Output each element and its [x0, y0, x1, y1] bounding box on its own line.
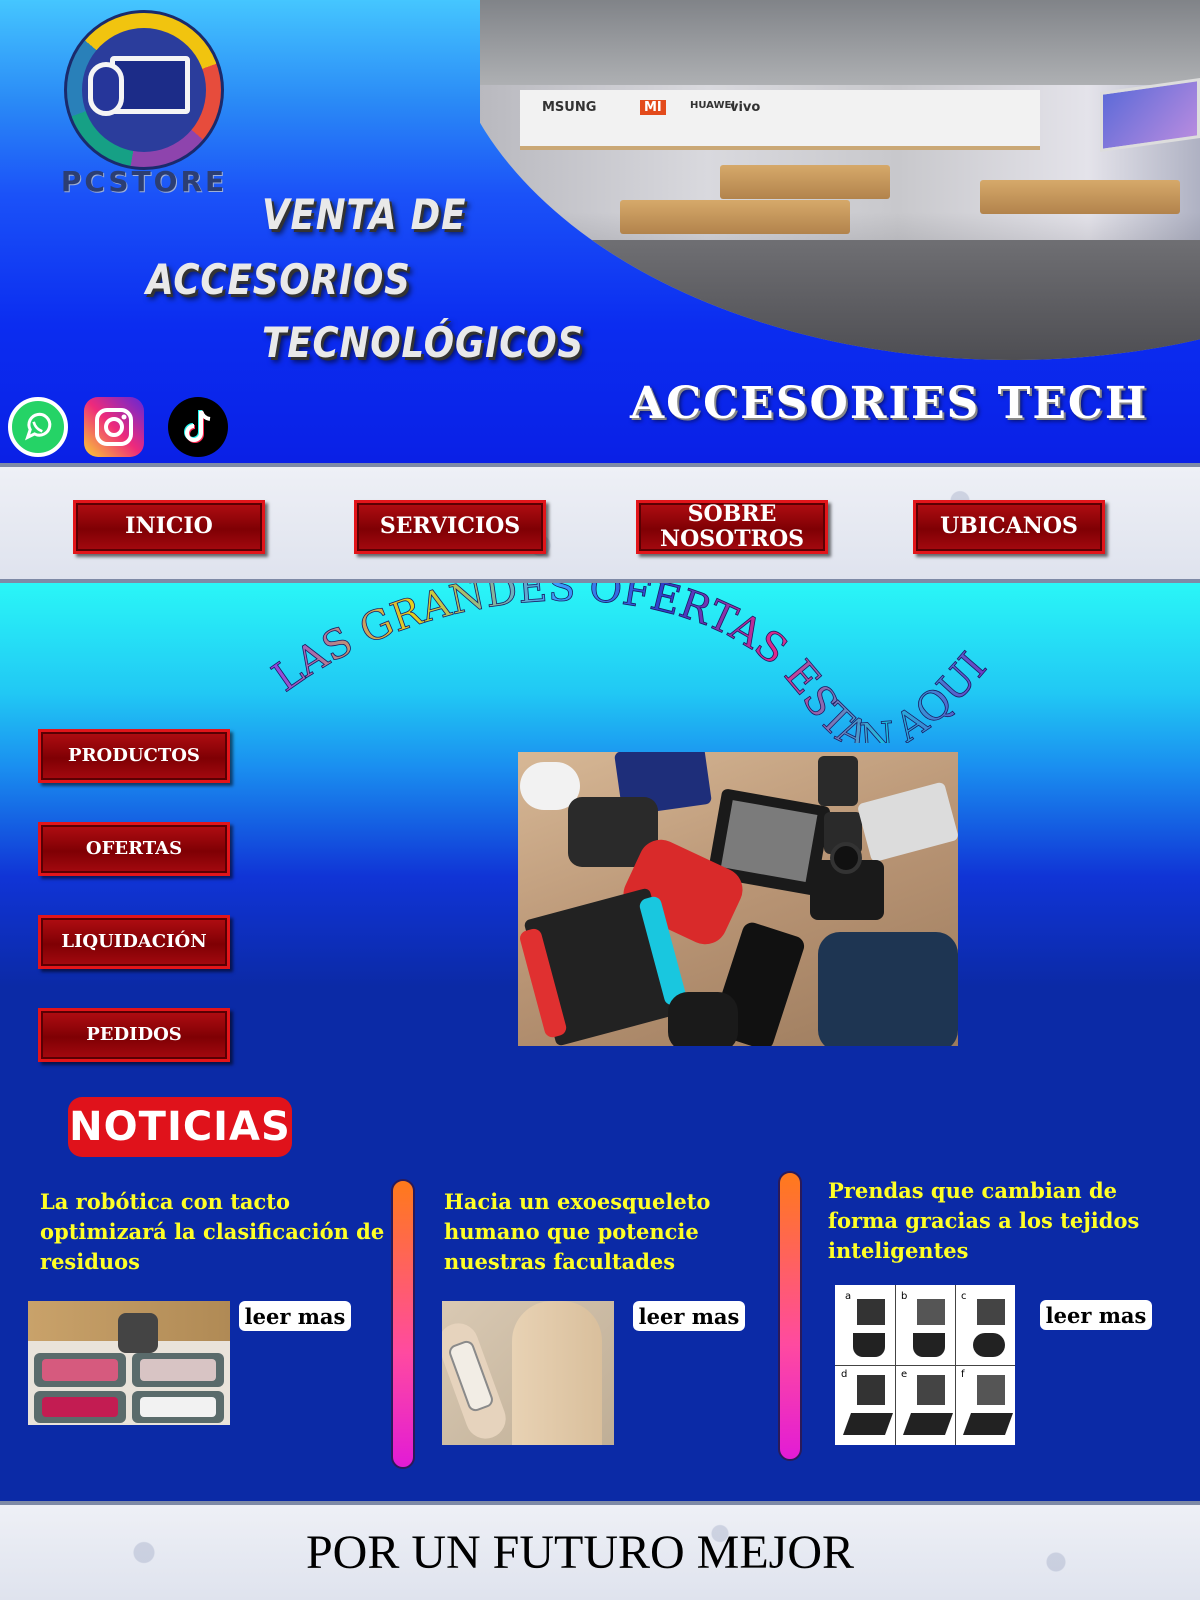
news-title-line: nuestras facultades [444, 1249, 676, 1274]
leer-mas-button-2[interactable]: leer mas [633, 1301, 745, 1331]
store-brand-sign: HUAWEI [690, 100, 736, 111]
products-image [518, 752, 958, 1046]
news-title-line: residuos [40, 1249, 141, 1274]
news-title-line: La robótica con tacto [40, 1189, 291, 1214]
logo-text: PCSTORE [60, 165, 228, 198]
display-table [620, 200, 850, 234]
whatsapp-icon[interactable] [8, 397, 68, 457]
mouse-icon [88, 62, 124, 116]
store-brand-sign: MI [640, 100, 666, 115]
news-image-exoskeleton [442, 1301, 614, 1445]
tiktok-icon[interactable] [168, 397, 228, 457]
brand-title: ACCESORIES TECH [630, 378, 1149, 429]
news-title-line: inteligentes [828, 1238, 969, 1263]
news-title-line: humano que potencie [444, 1219, 699, 1244]
figure-label: b [901, 1291, 908, 1302]
store-ceiling [480, 0, 1200, 85]
news-divider [391, 1179, 415, 1469]
news-divider [778, 1171, 802, 1461]
nav-sobre-nosotros-button[interactable]: SOBRE NOSOTROS [636, 500, 828, 554]
figure-label: d [841, 1369, 848, 1380]
news-title-line: Hacia un exoesqueleto [444, 1189, 711, 1214]
news-title-3[interactable]: Prendas que cambian de forma gracias a l… [828, 1176, 1139, 1266]
display-tv [1100, 77, 1200, 153]
hero-line-3: TECNOLÓGICOS [262, 318, 585, 367]
display-table [980, 180, 1180, 214]
leer-mas-button-3[interactable]: leer mas [1040, 1300, 1152, 1330]
laptop-device [856, 781, 958, 863]
nav-inicio-button[interactable]: INICIO [73, 500, 265, 554]
news-title-1[interactable]: La robótica con tacto optimizará la clas… [40, 1187, 384, 1277]
ofertas-button[interactable]: OFERTAS [38, 822, 230, 876]
figure-label: c [961, 1291, 967, 1302]
figure-label: f [961, 1369, 965, 1380]
hero-line-1: VENTA DE [262, 190, 467, 239]
store-photo: MSUNG MI HUAWEI vivo [480, 0, 1200, 360]
nav-label-line: NOSOTROS [659, 526, 805, 552]
console-device [518, 887, 688, 1046]
news-image-fabrics: a b c d e f [835, 1285, 1015, 1445]
speaker-device [818, 932, 958, 1046]
hero-line-2: ACCESORIOS [146, 255, 411, 304]
main-nav: INICIO SERVICIOS SOBRE NOSOTROS UBICANOS [0, 463, 1200, 583]
figure-label: a [845, 1291, 852, 1302]
main-content: LAS GRANDES OFERTAS ESTAN AQUI PRODUCTOS… [0, 583, 1200, 1501]
header: MSUNG MI HUAWEI vivo PCSTORE VENTA DE AC… [0, 0, 1200, 463]
pedidos-button[interactable]: PEDIDOS [38, 1008, 230, 1062]
news-title-2[interactable]: Hacia un exoesqueleto humano que potenci… [444, 1187, 710, 1277]
productos-button[interactable]: PRODUCTOS [38, 729, 230, 783]
news-image-robotics [28, 1301, 230, 1425]
store-brand-sign: vivo [730, 100, 761, 115]
nav-ubicanos-button[interactable]: UBICANOS [913, 500, 1105, 554]
charger-device [818, 756, 858, 806]
footer-slogan: POR UN FUTURO MEJOR [305, 1526, 855, 1579]
instagram-icon[interactable] [84, 397, 144, 457]
offers-banner: LAS GRANDES OFERTAS ESTAN AQUI [264, 583, 996, 743]
news-title-line: optimizará la clasificación de [40, 1219, 385, 1244]
nav-label-line: SOBRE [687, 500, 777, 527]
store-brand-wall [520, 90, 1040, 150]
store-floor [480, 240, 1200, 360]
nav-servicios-button[interactable]: SERVICIOS [354, 500, 546, 554]
camera-device [810, 842, 884, 920]
news-title-line: forma gracias a los tejidos [828, 1208, 1140, 1233]
liquidacion-button[interactable]: LIQUIDACIÓN [38, 915, 230, 969]
offers-banner-path: LAS GRANDES OFERTAS ESTAN AQUI [264, 583, 996, 743]
news-title-line: Prendas que cambian de [828, 1178, 1118, 1203]
gamepad-icon [668, 992, 738, 1046]
noticias-heading: NOTICIAS [68, 1097, 292, 1157]
store-brand-sign: MSUNG [542, 100, 597, 115]
figure-label: e [901, 1369, 908, 1380]
offers-banner-text: LAS GRANDES OFERTAS ESTAN AQUI [264, 583, 996, 743]
leer-mas-button-1[interactable]: leer mas [239, 1301, 351, 1331]
display-table [720, 165, 890, 199]
pcstore-logo[interactable]: PCSTORE [44, 10, 244, 198]
footer: POR UN FUTURO MEJOR [0, 1501, 1200, 1600]
